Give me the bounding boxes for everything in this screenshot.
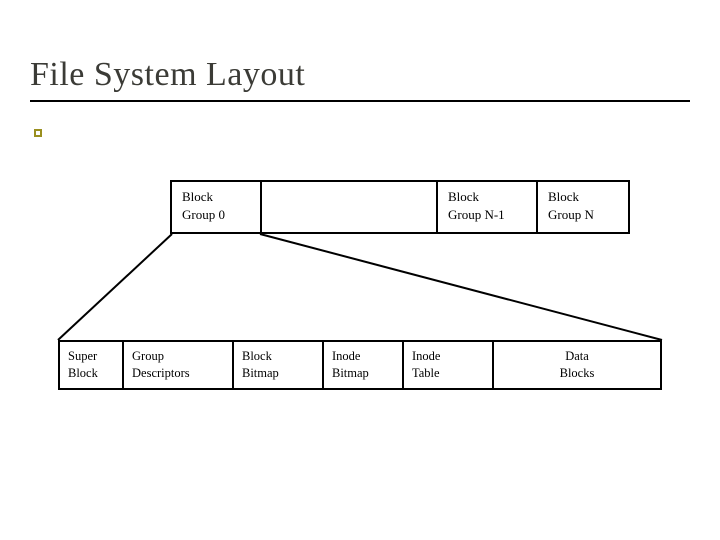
cell-label: Block [548, 188, 618, 206]
page-title: File System Layout [30, 56, 690, 94]
block-group-detail-row: Super Block Group Descriptors Block Bitm… [58, 340, 662, 390]
block-group-n-1: Block Group N-1 [438, 182, 538, 232]
title-rule [30, 100, 690, 102]
block-group-n: Block Group N [538, 182, 628, 232]
cell-label: Bitmap [242, 365, 314, 382]
block-bitmap: Block Bitmap [234, 342, 324, 388]
cell-label: Block [242, 348, 314, 365]
cell-label: Blocks [560, 365, 595, 382]
cell-label: Super [68, 348, 114, 365]
cell-label: Block [448, 188, 526, 206]
cell-label: Data [565, 348, 589, 365]
cell-label: Block [68, 365, 114, 382]
data-blocks: Data Blocks [494, 342, 660, 388]
block-group-ellipsis [262, 182, 438, 232]
cell-label: Block [182, 188, 250, 206]
cell-label: Inode [332, 348, 394, 365]
cell-label: Descriptors [132, 365, 224, 382]
cell-label: Group N [548, 206, 618, 224]
inode-bitmap: Inode Bitmap [324, 342, 404, 388]
cell-label: Group [132, 348, 224, 365]
cell-label: Bitmap [332, 365, 394, 382]
cell-label: Inode [412, 348, 484, 365]
inode-table: Inode Table [404, 342, 494, 388]
title-area: File System Layout [30, 56, 690, 102]
group-descriptors: Group Descriptors [124, 342, 234, 388]
super-block: Super Block [60, 342, 124, 388]
block-group-0: Block Group 0 [172, 182, 262, 232]
block-groups-row: Block Group 0 Block Group N-1 Block Grou… [170, 180, 630, 234]
cell-label: Table [412, 365, 484, 382]
cell-label: Group N-1 [448, 206, 526, 224]
cell-label: Group 0 [182, 206, 250, 224]
bullet-icon [34, 129, 42, 137]
